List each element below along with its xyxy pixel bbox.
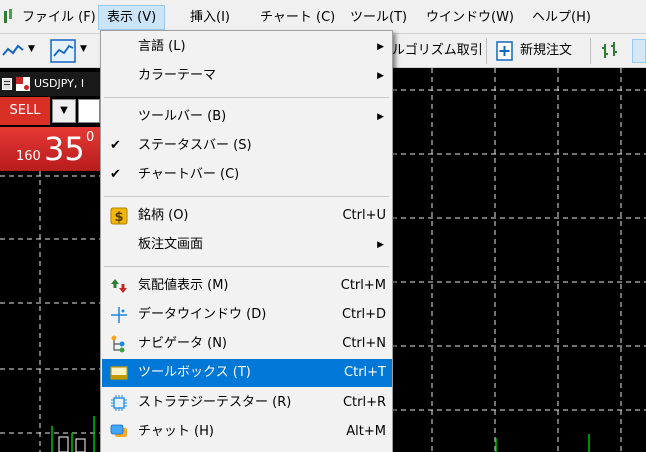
view-menu-dropdown: 言語 (L) ▶ カラーテーマ ▶ ツールバー (B) ▶ ✔ ステータスバー … [100,30,393,452]
chat-icon [110,424,127,437]
market-watch-icon [111,279,127,293]
candlesticks [51,416,95,452]
menu-item-shortcut: Ctrl+M [340,278,386,293]
menu-item-label: ツールバー (B) [138,109,227,124]
menu-view[interactable]: 表示 (V) [98,5,166,30]
sell-price-box[interactable]: 160 35 0 [0,127,100,171]
menu-item-shortcut: Ctrl+D [341,307,386,322]
menu-separator [104,196,389,197]
menu-item-shortcut: Ctrl+U [342,208,386,223]
symbols-icon: $ [110,207,128,225]
symbol-bar: USDJPY, I [0,72,100,96]
price-prefix: 160 [16,149,41,164]
volume-dropdown-button[interactable]: ▼ [52,99,76,123]
menu-item-color-theme[interactable]: カラーテーマ ▶ [102,62,392,90]
menu-item-label: ステータスバー (S) [138,138,252,153]
menu-item-shortcut: Alt+M [346,424,386,439]
menu-item-label: 言語 (L) [138,39,186,54]
menu-item-label: チャット (H) [138,424,214,439]
menu-item-label: ツールボックス (T) [138,365,251,380]
toolbar-divider [590,38,591,64]
menu-chart[interactable]: チャート (C) [252,5,343,30]
submenu-arrow-icon: ▶ [377,240,384,250]
menu-item-market-watch[interactable]: 気配値表示 (M) Ctrl+M [102,272,392,300]
menu-item-label: 板注文画面 [138,237,204,252]
tester-chip-icon [111,395,127,411]
menu-item-depth-of-market[interactable]: 板注文画面 ▶ [102,231,392,259]
sell-button[interactable]: SELL [0,97,50,125]
menu-item-label: データウインドウ (D) [138,307,267,322]
menu-window[interactable]: ウインドウ(W) [418,5,522,30]
menu-item-label: チャートバー (C) [138,167,240,182]
chart-window-icon [2,78,12,90]
toolbox-icon [110,366,128,380]
menu-separator [104,97,389,98]
menu-help[interactable]: ヘルプ(H) [524,5,599,30]
flag-icon [16,77,30,91]
chart-type-dropdown-icon[interactable]: ▼ [28,44,35,54]
submenu-arrow-icon: ▶ [377,42,384,52]
submenu-arrow-icon: ▶ [377,71,384,81]
menu-insert[interactable]: 挿入(I) [182,5,238,30]
candle-chart-button[interactable] [632,39,646,63]
menu-item-label: 銘柄 (O) [138,208,189,223]
new-order-button[interactable]: 新規注文 [520,38,572,64]
menu-item-label: 気配値表示 (M) [138,278,229,293]
volume-input[interactable] [78,99,100,123]
menu-item-shortcut: Ctrl+R [342,395,386,410]
crosshair-icon [111,307,127,323]
menu-item-shortcut: Ctrl+N [342,336,386,351]
menu-item-status-bar[interactable]: ✔ ステータスバー (S) [102,132,392,160]
symbol-name: USDJPY, I [34,77,85,90]
menu-item-toolbar[interactable]: ツールバー (B) ▶ [102,103,392,131]
submenu-arrow-icon: ▶ [377,112,384,122]
candlesticks-right [495,434,590,452]
new-order-icon[interactable] [496,41,514,61]
price-chart-grid[interactable] [392,68,646,452]
menu-item-label: ストラテジーテスター (R) [138,395,292,410]
menu-item-label: カラーテーマ [138,68,217,83]
line-chart-icon[interactable] [2,41,24,61]
toolbar-divider [486,38,487,64]
one-click-trading-panel: SELL ▼ [0,97,100,127]
menu-tools[interactable]: ツール(T) [342,5,415,30]
menu-item-label: ナビゲータ (N) [138,336,228,351]
menu-bar: ファイル (F) 表示 (V) 挿入(I) チャート (C) ツール(T) ウイ… [0,0,646,34]
menu-file[interactable]: ファイル (F) [14,5,104,30]
app-logo-icon [4,9,12,23]
menu-item-data-window[interactable]: データウインドウ (D) Ctrl+D [102,301,392,329]
menu-separator [104,266,389,267]
indicator-dropdown-icon[interactable]: ▼ [80,44,87,54]
menu-item-navigator[interactable]: ナビゲータ (N) Ctrl+N [102,330,392,358]
svg-text:$: $ [114,210,123,225]
algo-trading-button[interactable]: ルゴリズム取引 [392,38,483,64]
checkmark-icon: ✔ [110,138,121,153]
indicator-chart-icon[interactable] [50,39,76,63]
menu-item-shortcut: Ctrl+T [344,365,386,380]
menu-item-chat[interactable]: チャット (H) Alt+M [102,418,392,446]
navigator-icon [111,335,125,353]
bar-chart-icon[interactable] [600,41,620,61]
menu-item-toolbox[interactable]: ツールボックス (T) Ctrl+T [102,359,392,387]
menu-item-chart-bar[interactable]: ✔ チャートバー (C) [102,161,392,189]
menu-item-symbols[interactable]: $ 銘柄 (O) Ctrl+U [102,202,392,230]
checkmark-icon: ✔ [110,167,121,182]
menu-item-strategy-tester[interactable]: ストラテジーテスター (R) Ctrl+R [102,389,392,417]
price-superscript: 0 [86,130,95,145]
menu-item-language[interactable]: 言語 (L) ▶ [102,33,392,61]
price-main: 35 [44,130,85,168]
